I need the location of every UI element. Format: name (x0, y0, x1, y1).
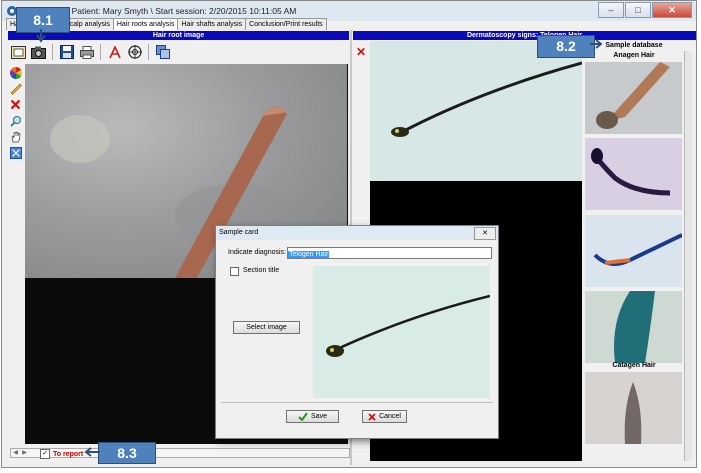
dialog-title: Sample card (219, 229, 259, 236)
sample-thumbnail[interactable] (585, 215, 682, 287)
sample-card-dialog: Sample card ✕ Indicate diagnosis: Teloge… (215, 225, 499, 439)
cancel-button[interactable]: Cancel (362, 410, 407, 423)
sample-database-panel: Sample database Anagen Hair Catagen Hair (584, 41, 692, 461)
left-tool-column (9, 66, 23, 162)
section-title-label: Section title (243, 267, 280, 274)
sample-thumbnail[interactable] (585, 291, 682, 363)
save-button[interactable]: Save (286, 410, 339, 423)
toolbar-separator (100, 44, 101, 60)
target-icon[interactable] (126, 44, 143, 61)
toolbar-separator (148, 44, 149, 60)
open-folder-icon[interactable] (10, 44, 27, 61)
telogen-hair-photo (370, 41, 582, 181)
sample-database-scrollbar[interactable] (684, 51, 692, 461)
diagnosis-input[interactable]: Telogen Hair (287, 247, 492, 259)
dialog-separator (221, 402, 493, 403)
sample-thumbnail[interactable] (585, 62, 682, 134)
camera-icon[interactable] (30, 44, 47, 61)
toolbar-separator (52, 44, 53, 60)
scroll-left-arrow-icon[interactable]: ◀ (11, 449, 20, 457)
cancel-x-icon (368, 412, 376, 421)
thumbnail-label-anagen: Anagen Hair (613, 52, 655, 59)
image-toolbar (10, 43, 174, 61)
dialog-title-bar: Sample card ✕ (216, 226, 498, 240)
zoom-tool-icon[interactable] (9, 114, 22, 127)
save-button-label: Save (311, 413, 327, 420)
hand-pan-icon[interactable] (9, 130, 22, 143)
minimize-button[interactable]: – (598, 2, 624, 18)
remove-sign-icon[interactable]: ✕ (356, 45, 366, 59)
select-image-button[interactable]: Select image (233, 321, 300, 334)
maximize-button[interactable]: □ (625, 2, 651, 18)
thumbnail-label-catagen: Catagen Hair (612, 362, 656, 369)
ruler-icon[interactable] (9, 82, 22, 95)
save-disk-icon[interactable] (58, 44, 75, 61)
tab-conclusion-print-results[interactable]: Conclusion/Print results (245, 18, 327, 30)
tab-hair-shafts-analysis[interactable]: Hair shafts analysis (177, 18, 247, 30)
dialog-close-icon[interactable]: ✕ (474, 227, 496, 240)
sample-thumbnail[interactable] (585, 372, 682, 444)
sample-card-image (313, 266, 490, 398)
callout-arrow-icon (36, 29, 46, 43)
callout-arrow-icon (84, 447, 100, 457)
section-title-checkbox[interactable] (230, 267, 239, 276)
diagnosis-label: Indicate diagnosis: (228, 249, 286, 256)
print-icon[interactable] (78, 44, 95, 61)
sample-thumbnail[interactable] (585, 138, 682, 210)
to-report-label: To report (53, 450, 84, 458)
delete-x-icon[interactable] (9, 98, 22, 111)
to-report-checkbox[interactable]: ✓ (40, 449, 50, 459)
callout-8-2: 8.2 (537, 35, 595, 58)
close-button[interactable]: ✕ (652, 2, 692, 18)
callout-8-3: 8.3 (98, 442, 156, 464)
to-report-control[interactable]: ✓ To report (40, 449, 83, 459)
fit-screen-icon[interactable] (9, 146, 22, 159)
tab-hair-roots-analysis[interactable]: Hair roots analysis (112, 18, 179, 30)
checkmark-icon (298, 412, 308, 421)
text-tool-icon[interactable] (106, 44, 123, 61)
copy-windows-icon[interactable] (154, 44, 171, 61)
diagnosis-value: Telogen Hair (288, 251, 330, 258)
cancel-button-label: Cancel (379, 413, 401, 420)
dermatoscopy-signs-header: Dermatoscopy signs: Telogen Hair (353, 31, 696, 40)
scroll-right-arrow-icon[interactable]: ▶ (20, 449, 29, 457)
callout-arrow-icon (590, 39, 602, 49)
color-wheel-icon[interactable] (9, 66, 22, 79)
